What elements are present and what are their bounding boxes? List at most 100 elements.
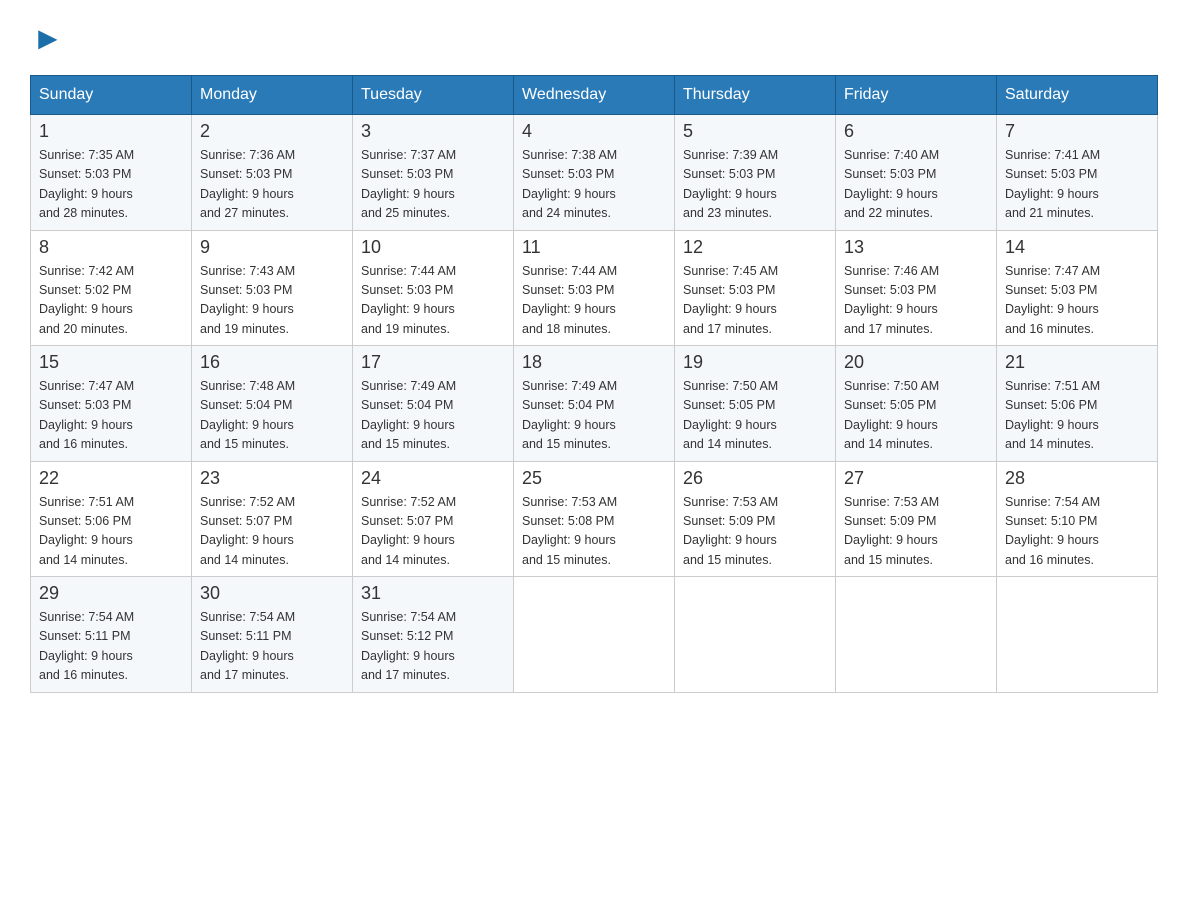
calendar-cell <box>997 577 1158 693</box>
day-info: Sunrise: 7:47 AMSunset: 5:03 PMDaylight:… <box>39 379 134 451</box>
calendar-cell: 18 Sunrise: 7:49 AMSunset: 5:04 PMDaylig… <box>514 346 675 462</box>
day-number: 31 <box>361 583 505 604</box>
day-info: Sunrise: 7:43 AMSunset: 5:03 PMDaylight:… <box>200 264 295 336</box>
calendar-cell: 7 Sunrise: 7:41 AMSunset: 5:03 PMDayligh… <box>997 115 1158 231</box>
day-info: Sunrise: 7:36 AMSunset: 5:03 PMDaylight:… <box>200 148 295 220</box>
calendar-cell: 15 Sunrise: 7:47 AMSunset: 5:03 PMDaylig… <box>31 346 192 462</box>
calendar-cell: 6 Sunrise: 7:40 AMSunset: 5:03 PMDayligh… <box>836 115 997 231</box>
logo: ► <box>30 20 66 55</box>
calendar-cell: 23 Sunrise: 7:52 AMSunset: 5:07 PMDaylig… <box>192 461 353 577</box>
calendar-cell: 2 Sunrise: 7:36 AMSunset: 5:03 PMDayligh… <box>192 115 353 231</box>
day-number: 14 <box>1005 237 1149 258</box>
calendar-cell: 31 Sunrise: 7:54 AMSunset: 5:12 PMDaylig… <box>353 577 514 693</box>
day-number: 26 <box>683 468 827 489</box>
day-number: 5 <box>683 121 827 142</box>
calendar-cell: 24 Sunrise: 7:52 AMSunset: 5:07 PMDaylig… <box>353 461 514 577</box>
calendar-cell: 13 Sunrise: 7:46 AMSunset: 5:03 PMDaylig… <box>836 230 997 346</box>
day-number: 29 <box>39 583 183 604</box>
calendar-week-row: 1 Sunrise: 7:35 AMSunset: 5:03 PMDayligh… <box>31 115 1158 231</box>
page-header: ► <box>30 20 1158 55</box>
day-info: Sunrise: 7:44 AMSunset: 5:03 PMDaylight:… <box>361 264 456 336</box>
day-number: 12 <box>683 237 827 258</box>
column-header-friday: Friday <box>836 76 997 115</box>
calendar-table: SundayMondayTuesdayWednesdayThursdayFrid… <box>30 75 1158 693</box>
column-header-monday: Monday <box>192 76 353 115</box>
calendar-cell: 10 Sunrise: 7:44 AMSunset: 5:03 PMDaylig… <box>353 230 514 346</box>
day-info: Sunrise: 7:37 AMSunset: 5:03 PMDaylight:… <box>361 148 456 220</box>
day-number: 15 <box>39 352 183 373</box>
day-number: 28 <box>1005 468 1149 489</box>
calendar-cell: 12 Sunrise: 7:45 AMSunset: 5:03 PMDaylig… <box>675 230 836 346</box>
day-number: 11 <box>522 237 666 258</box>
day-info: Sunrise: 7:53 AMSunset: 5:08 PMDaylight:… <box>522 495 617 567</box>
day-number: 4 <box>522 121 666 142</box>
day-info: Sunrise: 7:53 AMSunset: 5:09 PMDaylight:… <box>683 495 778 567</box>
day-info: Sunrise: 7:51 AMSunset: 5:06 PMDaylight:… <box>1005 379 1100 451</box>
day-number: 24 <box>361 468 505 489</box>
day-number: 22 <box>39 468 183 489</box>
day-info: Sunrise: 7:52 AMSunset: 5:07 PMDaylight:… <box>200 495 295 567</box>
calendar-cell: 17 Sunrise: 7:49 AMSunset: 5:04 PMDaylig… <box>353 346 514 462</box>
day-number: 23 <box>200 468 344 489</box>
day-number: 1 <box>39 121 183 142</box>
day-info: Sunrise: 7:46 AMSunset: 5:03 PMDaylight:… <box>844 264 939 336</box>
day-info: Sunrise: 7:41 AMSunset: 5:03 PMDaylight:… <box>1005 148 1100 220</box>
day-number: 18 <box>522 352 666 373</box>
calendar-week-row: 29 Sunrise: 7:54 AMSunset: 5:11 PMDaylig… <box>31 577 1158 693</box>
day-number: 20 <box>844 352 988 373</box>
day-info: Sunrise: 7:39 AMSunset: 5:03 PMDaylight:… <box>683 148 778 220</box>
day-info: Sunrise: 7:54 AMSunset: 5:10 PMDaylight:… <box>1005 495 1100 567</box>
day-number: 21 <box>1005 352 1149 373</box>
column-header-thursday: Thursday <box>675 76 836 115</box>
day-info: Sunrise: 7:38 AMSunset: 5:03 PMDaylight:… <box>522 148 617 220</box>
day-number: 25 <box>522 468 666 489</box>
day-number: 17 <box>361 352 505 373</box>
day-info: Sunrise: 7:54 AMSunset: 5:11 PMDaylight:… <box>200 610 295 682</box>
day-number: 6 <box>844 121 988 142</box>
day-info: Sunrise: 7:45 AMSunset: 5:03 PMDaylight:… <box>683 264 778 336</box>
calendar-cell: 19 Sunrise: 7:50 AMSunset: 5:05 PMDaylig… <box>675 346 836 462</box>
calendar-cell: 4 Sunrise: 7:38 AMSunset: 5:03 PMDayligh… <box>514 115 675 231</box>
day-number: 2 <box>200 121 344 142</box>
day-info: Sunrise: 7:51 AMSunset: 5:06 PMDaylight:… <box>39 495 134 567</box>
day-info: Sunrise: 7:35 AMSunset: 5:03 PMDaylight:… <box>39 148 134 220</box>
day-number: 30 <box>200 583 344 604</box>
day-info: Sunrise: 7:40 AMSunset: 5:03 PMDaylight:… <box>844 148 939 220</box>
day-info: Sunrise: 7:49 AMSunset: 5:04 PMDaylight:… <box>522 379 617 451</box>
day-info: Sunrise: 7:53 AMSunset: 5:09 PMDaylight:… <box>844 495 939 567</box>
calendar-week-row: 8 Sunrise: 7:42 AMSunset: 5:02 PMDayligh… <box>31 230 1158 346</box>
day-info: Sunrise: 7:52 AMSunset: 5:07 PMDaylight:… <box>361 495 456 567</box>
calendar-cell: 27 Sunrise: 7:53 AMSunset: 5:09 PMDaylig… <box>836 461 997 577</box>
calendar-cell: 3 Sunrise: 7:37 AMSunset: 5:03 PMDayligh… <box>353 115 514 231</box>
calendar-cell: 22 Sunrise: 7:51 AMSunset: 5:06 PMDaylig… <box>31 461 192 577</box>
day-info: Sunrise: 7:49 AMSunset: 5:04 PMDaylight:… <box>361 379 456 451</box>
column-header-sunday: Sunday <box>31 76 192 115</box>
calendar-cell: 14 Sunrise: 7:47 AMSunset: 5:03 PMDaylig… <box>997 230 1158 346</box>
day-info: Sunrise: 7:48 AMSunset: 5:04 PMDaylight:… <box>200 379 295 451</box>
calendar-cell: 5 Sunrise: 7:39 AMSunset: 5:03 PMDayligh… <box>675 115 836 231</box>
day-number: 16 <box>200 352 344 373</box>
column-header-saturday: Saturday <box>997 76 1158 115</box>
calendar-cell: 29 Sunrise: 7:54 AMSunset: 5:11 PMDaylig… <box>31 577 192 693</box>
day-info: Sunrise: 7:42 AMSunset: 5:02 PMDaylight:… <box>39 264 134 336</box>
calendar-week-row: 22 Sunrise: 7:51 AMSunset: 5:06 PMDaylig… <box>31 461 1158 577</box>
day-info: Sunrise: 7:54 AMSunset: 5:12 PMDaylight:… <box>361 610 456 682</box>
calendar-cell: 11 Sunrise: 7:44 AMSunset: 5:03 PMDaylig… <box>514 230 675 346</box>
calendar-cell: 16 Sunrise: 7:48 AMSunset: 5:04 PMDaylig… <box>192 346 353 462</box>
day-number: 27 <box>844 468 988 489</box>
day-number: 9 <box>200 237 344 258</box>
day-info: Sunrise: 7:47 AMSunset: 5:03 PMDaylight:… <box>1005 264 1100 336</box>
calendar-cell <box>675 577 836 693</box>
calendar-cell: 28 Sunrise: 7:54 AMSunset: 5:10 PMDaylig… <box>997 461 1158 577</box>
calendar-header-row: SundayMondayTuesdayWednesdayThursdayFrid… <box>31 76 1158 115</box>
calendar-cell: 8 Sunrise: 7:42 AMSunset: 5:02 PMDayligh… <box>31 230 192 346</box>
day-number: 7 <box>1005 121 1149 142</box>
day-number: 19 <box>683 352 827 373</box>
calendar-cell: 26 Sunrise: 7:53 AMSunset: 5:09 PMDaylig… <box>675 461 836 577</box>
day-number: 8 <box>39 237 183 258</box>
calendar-cell <box>836 577 997 693</box>
calendar-cell: 20 Sunrise: 7:50 AMSunset: 5:05 PMDaylig… <box>836 346 997 462</box>
day-number: 10 <box>361 237 505 258</box>
day-number: 13 <box>844 237 988 258</box>
logo-arrow-icon: ► <box>32 20 64 57</box>
